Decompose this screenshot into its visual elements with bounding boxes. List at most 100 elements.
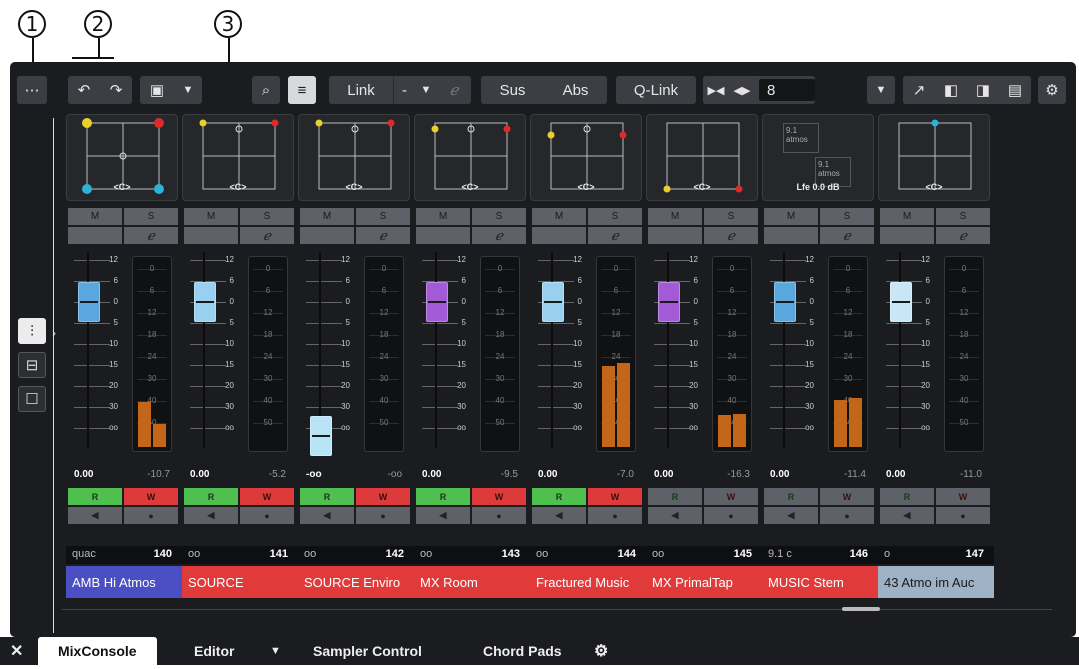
close-icon[interactable]: ✕ <box>10 637 23 665</box>
read-automation-button[interactable]: R <box>416 488 470 505</box>
fader-handle[interactable] <box>426 282 448 322</box>
panner[interactable]: <C> <box>414 114 526 201</box>
peak-value[interactable]: -10.7 <box>147 469 170 480</box>
channel-name[interactable]: MX Room <box>414 566 530 598</box>
peak-value[interactable]: -9.5 <box>501 469 518 480</box>
tab-editor[interactable]: Editor <box>194 637 234 665</box>
fader-handle[interactable] <box>890 282 912 322</box>
fader-handle[interactable] <box>542 282 564 322</box>
solo-button[interactable]: S <box>704 208 758 225</box>
qlink-button[interactable]: Q-Link <box>616 76 696 104</box>
tab-sampler-control[interactable]: Sampler Control <box>313 637 422 665</box>
monitor-icon[interactable]: ◀ <box>68 507 122 524</box>
fader-value[interactable]: 0.00 <box>654 469 673 480</box>
monitor-icon[interactable]: ◀ <box>300 507 354 524</box>
channel-name[interactable]: MUSIC Stem <box>762 566 878 598</box>
rack-icon[interactable]: ☐ <box>18 386 46 412</box>
fader-handle[interactable] <box>194 282 216 322</box>
record-enable-icon[interactable]: ● <box>704 507 758 524</box>
mute-button[interactable]: M <box>880 208 934 225</box>
edit-e-icon[interactable]: ℯ <box>124 227 178 244</box>
left-zone-menu-button[interactable]: ⋯ <box>17 76 47 104</box>
write-automation-button[interactable]: W <box>588 488 642 505</box>
read-automation-button[interactable]: R <box>764 488 818 505</box>
listen-button[interactable] <box>648 227 702 244</box>
routing-icon[interactable]: ⊟ <box>18 352 46 378</box>
fader-handle[interactable] <box>78 282 100 322</box>
channel-list-icon[interactable]: ≡ <box>288 76 316 104</box>
write-automation-button[interactable]: W <box>356 488 410 505</box>
listen-button[interactable] <box>68 227 122 244</box>
channel-name[interactable]: SOURCE Enviro <box>298 566 414 598</box>
listen-button[interactable] <box>416 227 470 244</box>
peak-value[interactable]: -16.3 <box>727 469 750 480</box>
record-enable-icon[interactable]: ● <box>820 507 874 524</box>
panner[interactable]: <C> <box>646 114 758 201</box>
functions-chevron-down-icon[interactable]: ▼ <box>867 76 895 104</box>
channel-name[interactable]: AMB Hi Atmos <box>66 566 182 598</box>
horizontal-scrollbar[interactable] <box>842 607 880 611</box>
meter-bridge-icon[interactable]: ▤ <box>999 76 1031 104</box>
edit-e-icon[interactable]: ℯ <box>356 227 410 244</box>
panner[interactable]: <C> <box>298 114 410 201</box>
fader-value[interactable]: 0.00 <box>770 469 789 480</box>
sus-button[interactable]: Sus <box>481 76 544 104</box>
left-zone-icon[interactable]: ◧ <box>935 76 967 104</box>
monitor-icon[interactable]: ◀ <box>532 507 586 524</box>
write-automation-button[interactable]: W <box>936 488 990 505</box>
settings-gear-icon[interactable]: ⚙ <box>1038 76 1066 104</box>
fader-value[interactable]: -oo <box>306 469 322 480</box>
fader-handle[interactable] <box>310 416 332 456</box>
editor-chevron-down-icon[interactable]: ▼ <box>270 637 281 665</box>
panner[interactable]: <C> <box>66 114 178 201</box>
write-automation-button[interactable]: W <box>820 488 874 505</box>
solo-button[interactable]: S <box>588 208 642 225</box>
panner[interactable]: <C> <box>182 114 294 201</box>
channel-count-field[interactable]: 8 <box>759 79 815 101</box>
peak-value[interactable]: -7.0 <box>617 469 634 480</box>
solo-button[interactable]: S <box>472 208 526 225</box>
tab-chord-pads[interactable]: Chord Pads <box>483 637 562 665</box>
read-automation-button[interactable]: R <box>68 488 122 505</box>
channel-name[interactable]: SOURCE <box>182 566 298 598</box>
monitor-icon[interactable]: ◀ <box>184 507 238 524</box>
monitor-icon[interactable]: ◀ <box>764 507 818 524</box>
edit-e-icon[interactable]: ℯ <box>472 227 526 244</box>
read-automation-button[interactable]: R <box>880 488 934 505</box>
solo-button[interactable]: S <box>820 208 874 225</box>
record-enable-icon[interactable]: ● <box>356 507 410 524</box>
tab-mixconsole[interactable]: MixConsole <box>38 637 157 665</box>
solo-button[interactable]: S <box>356 208 410 225</box>
fader-value[interactable]: 0.00 <box>190 469 209 480</box>
channel-name[interactable]: Fractured Music <box>530 566 646 598</box>
monitor-icon[interactable]: ◀ <box>416 507 470 524</box>
mute-button[interactable]: M <box>764 208 818 225</box>
widen-channels-icon[interactable]: ◀▶ <box>729 76 755 104</box>
read-automation-button[interactable]: R <box>184 488 238 505</box>
monitor-icon[interactable]: ◀ <box>880 507 934 524</box>
fader-value[interactable]: 0.00 <box>422 469 441 480</box>
chevron-down-icon[interactable]: ▼ <box>174 76 202 104</box>
panner[interactable]: 9.1 atmos 9.1 atmos Lfe 0.0 dB <box>762 114 874 201</box>
write-automation-button[interactable]: W <box>704 488 758 505</box>
peak-value[interactable]: -11.4 <box>844 469 866 480</box>
tabs-settings-gear-icon[interactable]: ⚙ <box>594 637 608 665</box>
link-e-icon[interactable]: ℯ <box>437 76 471 104</box>
edit-e-icon[interactable]: ℯ <box>936 227 990 244</box>
read-automation-button[interactable]: R <box>648 488 702 505</box>
link-chevron-down-icon[interactable]: ▼ <box>415 76 437 104</box>
read-automation-button[interactable]: R <box>532 488 586 505</box>
undo-icon[interactable]: ↶ <box>68 76 100 104</box>
listen-button[interactable] <box>184 227 238 244</box>
write-automation-button[interactable]: W <box>472 488 526 505</box>
edit-e-icon[interactable]: ℯ <box>820 227 874 244</box>
mute-button[interactable]: M <box>68 208 122 225</box>
solo-button[interactable]: S <box>936 208 990 225</box>
write-automation-button[interactable]: W <box>240 488 294 505</box>
abs-button[interactable]: Abs <box>544 76 607 104</box>
mute-button[interactable]: M <box>184 208 238 225</box>
write-automation-button[interactable]: W <box>124 488 178 505</box>
record-enable-icon[interactable]: ● <box>472 507 526 524</box>
mute-button[interactable]: M <box>416 208 470 225</box>
mute-button[interactable]: M <box>648 208 702 225</box>
